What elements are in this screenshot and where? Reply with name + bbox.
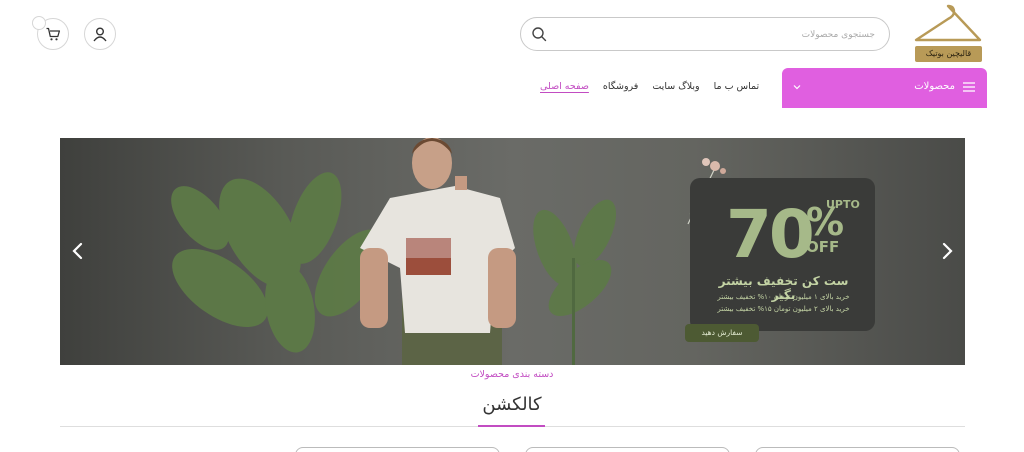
promo-percent: 70 xyxy=(726,196,815,273)
nav-link-shop[interactable]: فروشگاه xyxy=(603,81,638,92)
menu-icon xyxy=(963,82,975,92)
collection-card[interactable] xyxy=(755,447,960,452)
promo-line-2: خرید بالای ۲ میلیون تومان ۱۵% تخفیف بیشت… xyxy=(717,305,850,313)
nav-link-blog[interactable]: وبلاگ سایت xyxy=(652,81,699,92)
promo-card: 70 UPTO % OFF ست کن تخفیف بیشتر بگیر خری… xyxy=(690,178,875,331)
category-title: کالکشن xyxy=(482,394,542,415)
cart-icon xyxy=(46,27,61,41)
order-now-button[interactable]: سفارش دهید xyxy=(685,324,759,342)
account-button[interactable] xyxy=(84,18,116,50)
section-divider-accent xyxy=(478,425,545,427)
site-logo[interactable]: قالیچین بوتیک xyxy=(912,4,984,64)
search-bar xyxy=(520,17,890,51)
nav-link-contact[interactable]: تماس ب ما xyxy=(714,81,760,92)
search-icon[interactable] xyxy=(531,26,547,42)
user-icon xyxy=(93,27,107,42)
collection-card[interactable] xyxy=(295,447,500,452)
promo-off: OFF xyxy=(806,238,840,256)
chevron-down-icon xyxy=(793,85,801,90)
promo-line-1: خرید بالای ۱ میلیون تومان ۱۰% تخفیف بیشت… xyxy=(717,293,850,301)
main-nav: صفحه اصلی فروشگاه وبلاگ سایت تماس ب ما xyxy=(540,81,759,92)
products-menu-button[interactable]: محصولات xyxy=(782,68,987,108)
hanger-logo-icon xyxy=(914,4,982,42)
chevron-left-icon[interactable] xyxy=(68,238,88,264)
collection-card[interactable] xyxy=(525,447,730,452)
category-subtitle: دسته بندی محصولات xyxy=(470,369,554,380)
page: قالیچین بوتیک محصولات xyxy=(0,0,1024,452)
cart-count-badge xyxy=(32,16,46,30)
products-menu-label: محصولات xyxy=(914,81,955,92)
hero-banner[interactable]: 70 UPTO % OFF ست کن تخفیف بیشتر بگیر خری… xyxy=(60,138,965,365)
chevron-right-icon[interactable] xyxy=(937,238,957,264)
logo-text: قالیچین بوتیک xyxy=(915,46,982,62)
search-input[interactable] xyxy=(565,26,875,44)
nav-link-home[interactable]: صفحه اصلی xyxy=(540,81,589,92)
